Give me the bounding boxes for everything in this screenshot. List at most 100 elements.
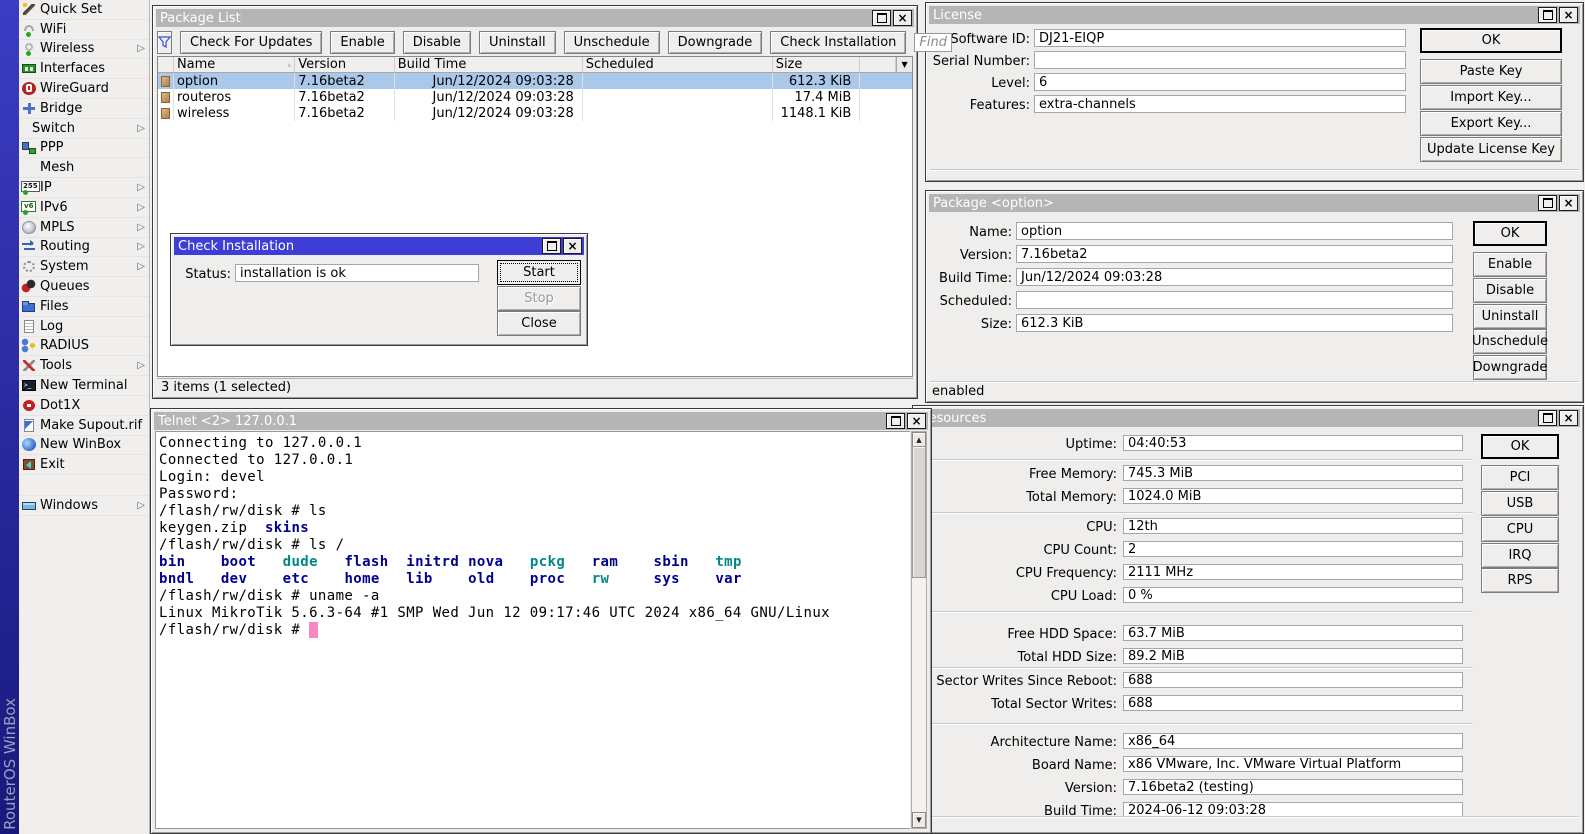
- enable-button[interactable]: Enable: [330, 31, 394, 54]
- maximize-button[interactable]: [886, 413, 905, 429]
- serial-number-field[interactable]: [1034, 51, 1406, 69]
- column-header-build-time[interactable]: Build Time: [395, 57, 583, 72]
- sidebar-item-log[interactable]: Log: [19, 317, 149, 337]
- name-field[interactable]: option: [1016, 222, 1453, 240]
- sidebar-item-exit[interactable]: Exit: [19, 455, 149, 475]
- usb-button[interactable]: USB: [1481, 491, 1559, 516]
- total-hdd-size-field[interactable]: 89.2 MiB: [1123, 648, 1463, 664]
- cpu-field[interactable]: 12th: [1123, 518, 1463, 534]
- maximize-button[interactable]: [872, 10, 891, 26]
- scroll-down-icon[interactable]: ▼: [912, 812, 926, 828]
- sidebar-item-make-supout-rif[interactable]: Make Supout.rif: [19, 416, 149, 436]
- maximize-button[interactable]: [1538, 410, 1557, 426]
- pci-button[interactable]: PCI: [1481, 465, 1559, 490]
- sidebar-item-new-winbox[interactable]: New WinBox: [19, 436, 149, 456]
- free-hdd-space-field[interactable]: 63.7 MiB: [1123, 625, 1463, 641]
- downgrade-button[interactable]: Downgrade: [668, 31, 763, 54]
- ok-button[interactable]: OK: [1420, 28, 1562, 53]
- close-icon[interactable]: ×: [563, 238, 582, 254]
- maximize-button[interactable]: [1538, 195, 1557, 211]
- total-sector-writes-field[interactable]: 688: [1123, 695, 1463, 711]
- sidebar-item-queues[interactable]: Queues: [19, 277, 149, 297]
- version-field[interactable]: 7.16beta2: [1016, 245, 1453, 263]
- import-key-button[interactable]: Import Key...: [1420, 85, 1562, 110]
- ok-button[interactable]: OK: [1481, 434, 1559, 459]
- stop-button[interactable]: Stop: [497, 286, 581, 311]
- sidebar-item-bridge[interactable]: Bridge: [19, 99, 149, 119]
- version-field[interactable]: 7.16beta2 (testing): [1123, 779, 1463, 795]
- telnet-titlebar[interactable]: Telnet <2> 127.0.0.1 ×: [154, 412, 928, 430]
- column-select-button[interactable]: ▼: [896, 57, 912, 72]
- sidebar-item-interfaces[interactable]: Interfaces: [19, 59, 149, 79]
- unschedule-button[interactable]: Unschedule: [564, 31, 660, 54]
- maximize-button[interactable]: [542, 238, 561, 254]
- update-license-key-button[interactable]: Update License Key: [1420, 137, 1562, 162]
- sidebar-item-wifi[interactable]: WiFi: [19, 20, 149, 40]
- sidebar-item-system[interactable]: System▷: [19, 257, 149, 277]
- rps-button[interactable]: RPS: [1481, 568, 1559, 593]
- close-icon[interactable]: ×: [1559, 410, 1578, 426]
- irq-button[interactable]: IRQ: [1481, 543, 1559, 568]
- sidebar-item-ip[interactable]: IP▷: [19, 178, 149, 198]
- sidebar-item-dot1x[interactable]: Dot1X: [19, 396, 149, 416]
- sidebar-item-wireless[interactable]: Wireless▷: [19, 40, 149, 60]
- sidebar-item-wireguard[interactable]: WireGuard: [19, 79, 149, 99]
- cpu-count-field[interactable]: 2: [1123, 541, 1463, 557]
- uninstall-button[interactable]: Uninstall: [1473, 304, 1547, 329]
- paste-key-button[interactable]: Paste Key: [1420, 59, 1562, 84]
- check-for-updates-button[interactable]: Check For Updates: [180, 31, 322, 54]
- sidebar-item-windows[interactable]: Windows▷: [19, 496, 149, 516]
- find-input[interactable]: Find: [914, 33, 952, 52]
- filter-button[interactable]: [157, 31, 172, 54]
- terminal-output[interactable]: Connecting to 127.0.0.1Connected to 127.…: [155, 431, 910, 829]
- column-header-name[interactable]: Name▴: [174, 57, 295, 72]
- sector-writes-since-reboot-field[interactable]: 688: [1123, 672, 1463, 688]
- close-icon[interactable]: ×: [907, 413, 926, 429]
- size-field[interactable]: 612.3 KiB: [1016, 314, 1453, 332]
- column-header-blank[interactable]: [860, 57, 896, 72]
- sidebar-item-radius[interactable]: RADIUS: [19, 337, 149, 357]
- sidebar-item-routing[interactable]: Routing▷: [19, 238, 149, 258]
- downgrade-button[interactable]: Downgrade: [1473, 355, 1547, 380]
- column-header-blank[interactable]: [158, 57, 174, 72]
- sidebar-item-tools[interactable]: Tools▷: [19, 356, 149, 376]
- status-field[interactable]: installation is ok: [235, 264, 479, 282]
- unschedule-button[interactable]: Unschedule: [1473, 329, 1547, 354]
- cpu-frequency-field[interactable]: 2111 MHz: [1123, 564, 1463, 580]
- scheduled-field[interactable]: [1016, 291, 1453, 309]
- cpu-load-field[interactable]: 0 %: [1123, 587, 1463, 603]
- close-button[interactable]: Close: [497, 311, 581, 336]
- features-field[interactable]: extra-channels: [1034, 95, 1406, 113]
- package-list-titlebar[interactable]: Package List ×: [156, 9, 914, 27]
- column-header-scheduled[interactable]: Scheduled: [583, 57, 773, 72]
- resources-titlebar[interactable]: Resources ×: [916, 409, 1580, 427]
- sidebar-item-new-terminal[interactable]: New Terminal: [19, 376, 149, 396]
- enable-button[interactable]: Enable: [1473, 252, 1547, 277]
- architecture-name-field[interactable]: x86_64: [1123, 733, 1463, 749]
- close-icon[interactable]: ×: [1559, 195, 1578, 211]
- check-installation-button[interactable]: Check Installation: [770, 31, 906, 54]
- build-time-field[interactable]: Jun/12/2024 09:03:28: [1016, 268, 1453, 286]
- software-id-field[interactable]: DJ21-EIQP: [1034, 29, 1406, 47]
- board-name-field[interactable]: x86 VMware, Inc. VMware Virtual Platform: [1123, 756, 1463, 772]
- uninstall-button[interactable]: Uninstall: [479, 31, 556, 54]
- terminal-scrollbar[interactable]: ▲ ▼: [911, 431, 927, 829]
- scroll-thumb[interactable]: [912, 446, 926, 578]
- level-field[interactable]: 6: [1034, 73, 1406, 91]
- total-memory-field[interactable]: 1024.0 MiB: [1123, 488, 1463, 504]
- column-header-version[interactable]: Version: [295, 57, 394, 72]
- ok-button[interactable]: OK: [1473, 221, 1547, 246]
- package-row-routeros[interactable]: routeros7.16beta2Jun/12/2024 09:03:2817.…: [158, 89, 912, 105]
- cpu-button[interactable]: CPU: [1481, 517, 1559, 542]
- free-memory-field[interactable]: 745.3 MiB: [1123, 465, 1463, 481]
- package-row-wireless[interactable]: wireless7.16beta2Jun/12/2024 09:03:28114…: [158, 105, 912, 121]
- uptime-field[interactable]: 04:40:53: [1123, 435, 1463, 451]
- sidebar-item-files[interactable]: Files: [19, 297, 149, 317]
- license-titlebar[interactable]: License ×: [929, 6, 1580, 24]
- close-icon[interactable]: ×: [1559, 7, 1578, 23]
- close-icon[interactable]: ×: [893, 10, 912, 26]
- sidebar-item-mesh[interactable]: Mesh: [19, 158, 149, 178]
- sidebar-item-ppp[interactable]: PPP: [19, 139, 149, 159]
- disable-button[interactable]: Disable: [1473, 278, 1547, 303]
- maximize-button[interactable]: [1538, 7, 1557, 23]
